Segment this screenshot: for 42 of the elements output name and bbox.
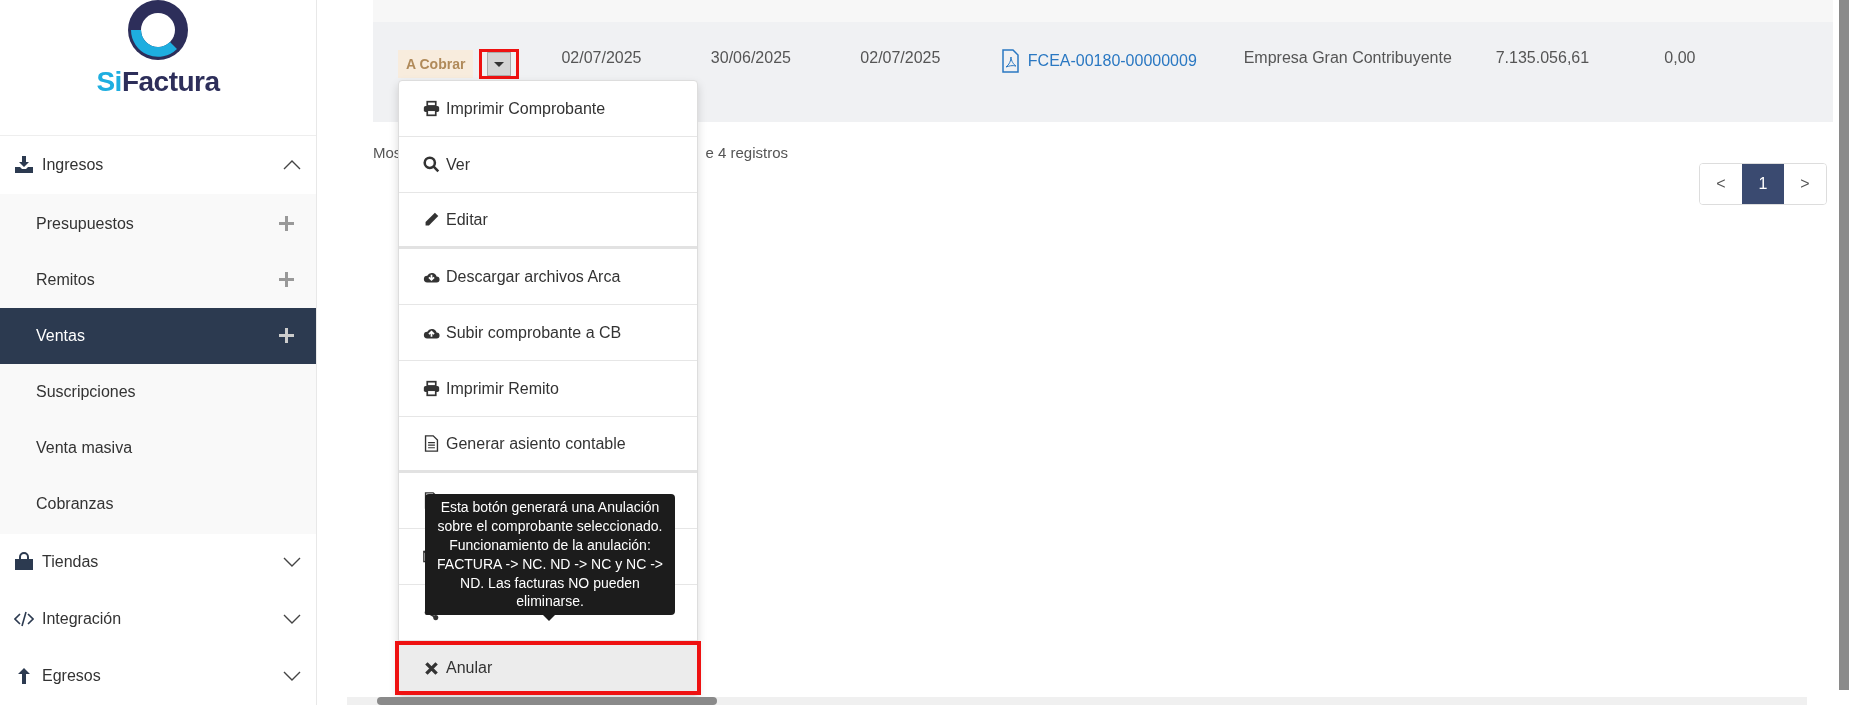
caret-icon [494,61,505,67]
shopping-bag-icon [14,552,34,573]
balance-cell-text: 0,00 [1664,49,1697,67]
date-cell-text: 30/06/2025 [710,49,792,67]
tooltip-arrow [543,615,555,622]
dropdown-toggle-button[interactable] [479,49,520,79]
page-button[interactable]: 1 [1742,164,1784,204]
download-tray-icon [14,155,34,176]
menu-item[interactable]: Subir comprobante a CB [399,305,697,361]
menu-item[interactable]: Ver [399,137,697,193]
status-badge: A Cobrar [398,50,474,78]
sidebar-group-item[interactable]: Integración [0,590,316,648]
sidebar-item[interactable]: Cobranzas [0,475,316,532]
amount-cell-text: 7.135.056,61 [1495,49,1591,67]
pdf-file-icon [1000,49,1020,73]
vertical-scrollbar[interactable] [1839,0,1849,690]
sidebar-group-item[interactable]: Tiendas [0,533,316,591]
sidebar-item[interactable]: Remitos [0,251,316,308]
sidebar-group-item[interactable]: Egresos [0,647,316,705]
menu-item[interactable]: Anular [395,641,701,695]
menu-item[interactable]: Imprimir Comprobante [399,81,697,137]
pencil-icon [423,211,440,228]
sidebar-item[interactable]: Ventas [0,307,316,364]
records-info-text: e 4 registros [705,144,788,161]
close-icon [423,659,440,677]
menu-item[interactable]: Editar [399,193,697,249]
document-link[interactable]: FCEA-00180-00000009 [1027,52,1197,70]
printer-icon [423,380,440,397]
sidebar-item[interactable]: Suscripciones [0,363,316,420]
menu-item[interactable]: Descargar archivos Arca [399,249,697,305]
menu-item[interactable]: Imprimir Remito [399,361,697,417]
horizontal-scrollbar[interactable] [347,697,1807,705]
printer-icon [423,100,440,117]
sidebar-item[interactable]: Venta masiva [0,419,316,476]
sidebar-group-item[interactable]: Ingresos [0,136,316,194]
search-icon [423,156,440,173]
menu-item[interactable]: Generar asiento contable [399,417,697,473]
date-cell-text: 02/07/2025 [561,49,643,67]
sidebar-item[interactable]: Presupuestos [0,195,316,252]
logo-text: SiFactura [96,66,220,98]
client-cell-text: Empresa Gran Contribuyente [1243,49,1453,67]
date-cell-text: 02/07/2025 [860,49,942,67]
